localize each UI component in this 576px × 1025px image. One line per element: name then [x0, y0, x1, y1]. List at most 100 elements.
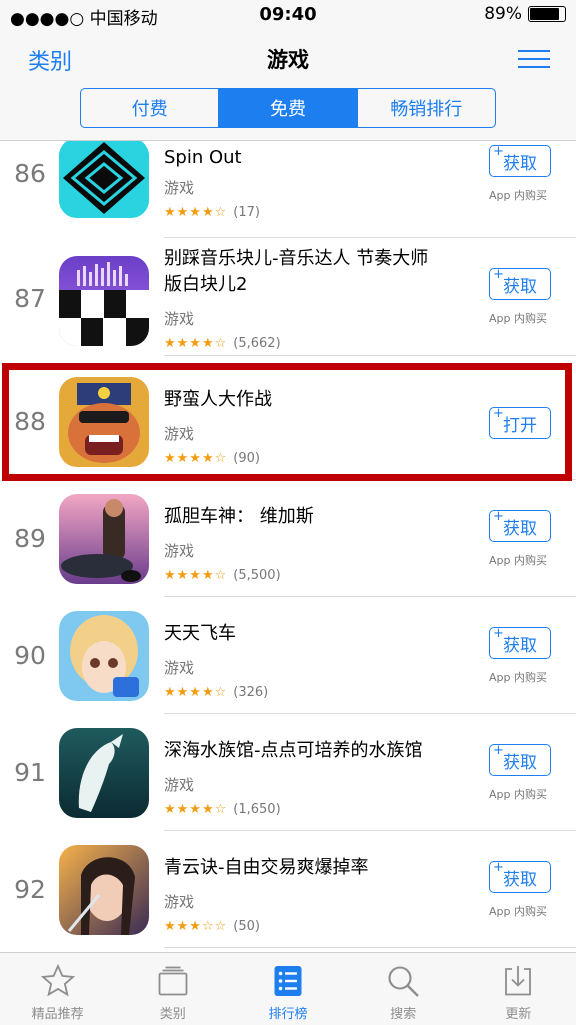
app-title: 别踩音乐块儿-音乐达人 节奏大师版白块儿2: [164, 248, 429, 295]
rating-count: (5,662): [233, 336, 281, 351]
rating-stars: ★★★★☆ (5,662): [164, 336, 281, 351]
rating-stars: ★★★★☆ (1,650): [164, 802, 281, 817]
app-category: 游戏: [164, 659, 195, 677]
list-icon[interactable]: [518, 48, 550, 70]
app-row-92[interactable]: 92 青云诀-自由交易爽爆掉率 游戏 ★★★☆☆ (50) + 获取 App 内购…: [0, 831, 576, 948]
app-row-87[interactable]: 87 别踩音乐块儿-音乐达人 节奏大师版白块儿2 游戏 ★★★★☆ (5,662)…: [0, 238, 576, 356]
open-button-label: 打开: [503, 415, 537, 436]
rating-stars: ★★★★☆ (5,500): [164, 568, 281, 583]
rank-number: 88: [14, 407, 46, 436]
plus-icon: +: [493, 406, 504, 421]
get-button-label: 获取: [503, 752, 537, 773]
in-app-purchase-note: App 内购买: [489, 312, 547, 325]
rating-stars: ★★★★☆ (326): [164, 685, 268, 700]
rank-number: 92: [14, 875, 46, 904]
in-app-purchase-note: App 内购买: [489, 905, 547, 918]
app-title: 青云诀-自由交易爽爆掉率: [164, 857, 369, 878]
navigation-bar: 类别 游戏 付费 免费 畅销排行: [0, 30, 576, 141]
battery-percent: 89%: [484, 4, 522, 24]
get-button[interactable]: + 获取: [489, 509, 551, 542]
gangstar-icon: [59, 494, 149, 584]
categories-icon: [153, 961, 193, 1001]
rating-stars: ★★★★☆ (17): [164, 205, 260, 220]
plus-icon: +: [493, 860, 504, 875]
page-title: 游戏: [267, 48, 309, 72]
tab-label: 排行榜: [268, 1007, 308, 1022]
app-title: Spin Out: [164, 147, 242, 168]
tab-label: 精品推荐: [31, 1007, 84, 1022]
rank-number: 90: [14, 641, 46, 670]
tab-search[interactable]: 搜索: [346, 953, 461, 1025]
app-category: 游戏: [164, 776, 195, 794]
plus-icon: +: [493, 144, 504, 159]
in-app-purchase-note: App 内购买: [489, 671, 547, 684]
racing-girl-icon: [59, 611, 149, 701]
plus-icon: +: [493, 743, 504, 758]
tab-label: 类别: [159, 1007, 186, 1022]
app-category: 游戏: [164, 542, 195, 560]
rating-stars: ★★★☆☆ (50): [164, 919, 260, 934]
plus-icon: +: [493, 509, 504, 524]
rating-stars: ★★★★☆ (90): [164, 451, 260, 466]
status-bar: ●●●●○ 中国移动 09:40 89%: [0, 0, 576, 30]
app-category: 游戏: [164, 179, 195, 197]
app-category: 游戏: [164, 425, 195, 443]
app-title: 深海水族馆-点点可培养的水族馆: [164, 740, 423, 761]
in-app-purchase-note: App 内购买: [489, 189, 547, 202]
stars-icon: ★★★★☆: [164, 685, 228, 700]
app-list: 86 Spin Out 游戏 ★★★★☆ (17) + 获取 App 内购买 87: [0, 141, 576, 951]
top-charts-icon: [268, 961, 308, 1001]
warrior-woman-icon: [59, 845, 149, 935]
app-title: 野蛮人大作战: [164, 389, 272, 410]
app-row-89[interactable]: 89 孤胆车神： 维加斯 游戏 ★★★★☆ (5,500) + 获取 App 内购…: [0, 480, 576, 597]
segmented-control: 付费 免费 畅销排行: [80, 88, 496, 128]
app-row-90[interactable]: 90 天天飞车 游戏 ★★★★☆ (326) + 获取 App 内购买: [0, 597, 576, 714]
stars-icon: ★★★★☆: [164, 336, 228, 351]
tab-top-charts[interactable]: 排行榜: [230, 953, 345, 1025]
segment-free[interactable]: 免费: [219, 89, 358, 127]
app-row-86[interactable]: 86 Spin Out 游戏 ★★★★☆ (17) + 获取 App 内购买: [0, 141, 576, 238]
rating-count: (50): [233, 919, 260, 934]
stars-icon: ★★★★☆: [164, 451, 228, 466]
whale-icon: [59, 728, 149, 818]
tab-categories[interactable]: 类别: [115, 953, 230, 1025]
updates-icon: [498, 961, 538, 1001]
get-button-label: 获取: [503, 153, 537, 174]
get-button[interactable]: + 获取: [489, 267, 551, 300]
stars-icon: ★★★★☆: [164, 568, 228, 583]
battery-icon: [528, 6, 566, 22]
get-button[interactable]: + 获取: [489, 144, 551, 177]
get-button-label: 获取: [503, 869, 537, 890]
tab-label: 搜索: [390, 1007, 417, 1022]
app-row-88[interactable]: 88 野蛮人大作战 游戏 ★★★★☆ (90) + 打开: [0, 363, 576, 480]
rating-count: (17): [233, 205, 260, 220]
rank-number: 87: [14, 284, 46, 313]
get-button-label: 获取: [503, 276, 537, 297]
rank-number: 91: [14, 758, 46, 787]
spin-out-icon: [59, 141, 149, 218]
in-app-purchase-note: App 内购买: [489, 788, 547, 801]
rating-count: (90): [233, 451, 260, 466]
get-button[interactable]: + 获取: [489, 743, 551, 776]
plus-icon: +: [493, 626, 504, 641]
status-right: 89%: [484, 4, 566, 24]
app-title: 天天飞车: [164, 623, 236, 644]
rating-count: (5,500): [233, 568, 281, 583]
get-button[interactable]: + 获取: [489, 860, 551, 893]
open-button[interactable]: + 打开: [489, 406, 551, 439]
plus-icon: +: [493, 267, 504, 282]
segment-paid[interactable]: 付费: [81, 89, 220, 127]
search-icon: [383, 961, 423, 1001]
tab-featured[interactable]: 精品推荐: [0, 953, 115, 1025]
get-button-label: 获取: [503, 635, 537, 656]
rating-count: (1,650): [233, 802, 281, 817]
barbarian-icon: [59, 377, 149, 467]
get-button[interactable]: + 获取: [489, 626, 551, 659]
in-app-purchase-note: App 内购买: [489, 554, 547, 567]
stars-icon: ★★★☆☆: [164, 919, 228, 934]
tab-updates[interactable]: 更新: [461, 953, 576, 1025]
tab-label: 更新: [505, 1007, 532, 1022]
segment-top-grossing[interactable]: 畅销排行: [358, 89, 495, 127]
app-row-91[interactable]: 91 深海水族馆-点点可培养的水族馆 游戏 ★★★★☆ (1,650) + 获取 …: [0, 714, 576, 831]
rating-count: (326): [233, 685, 269, 700]
